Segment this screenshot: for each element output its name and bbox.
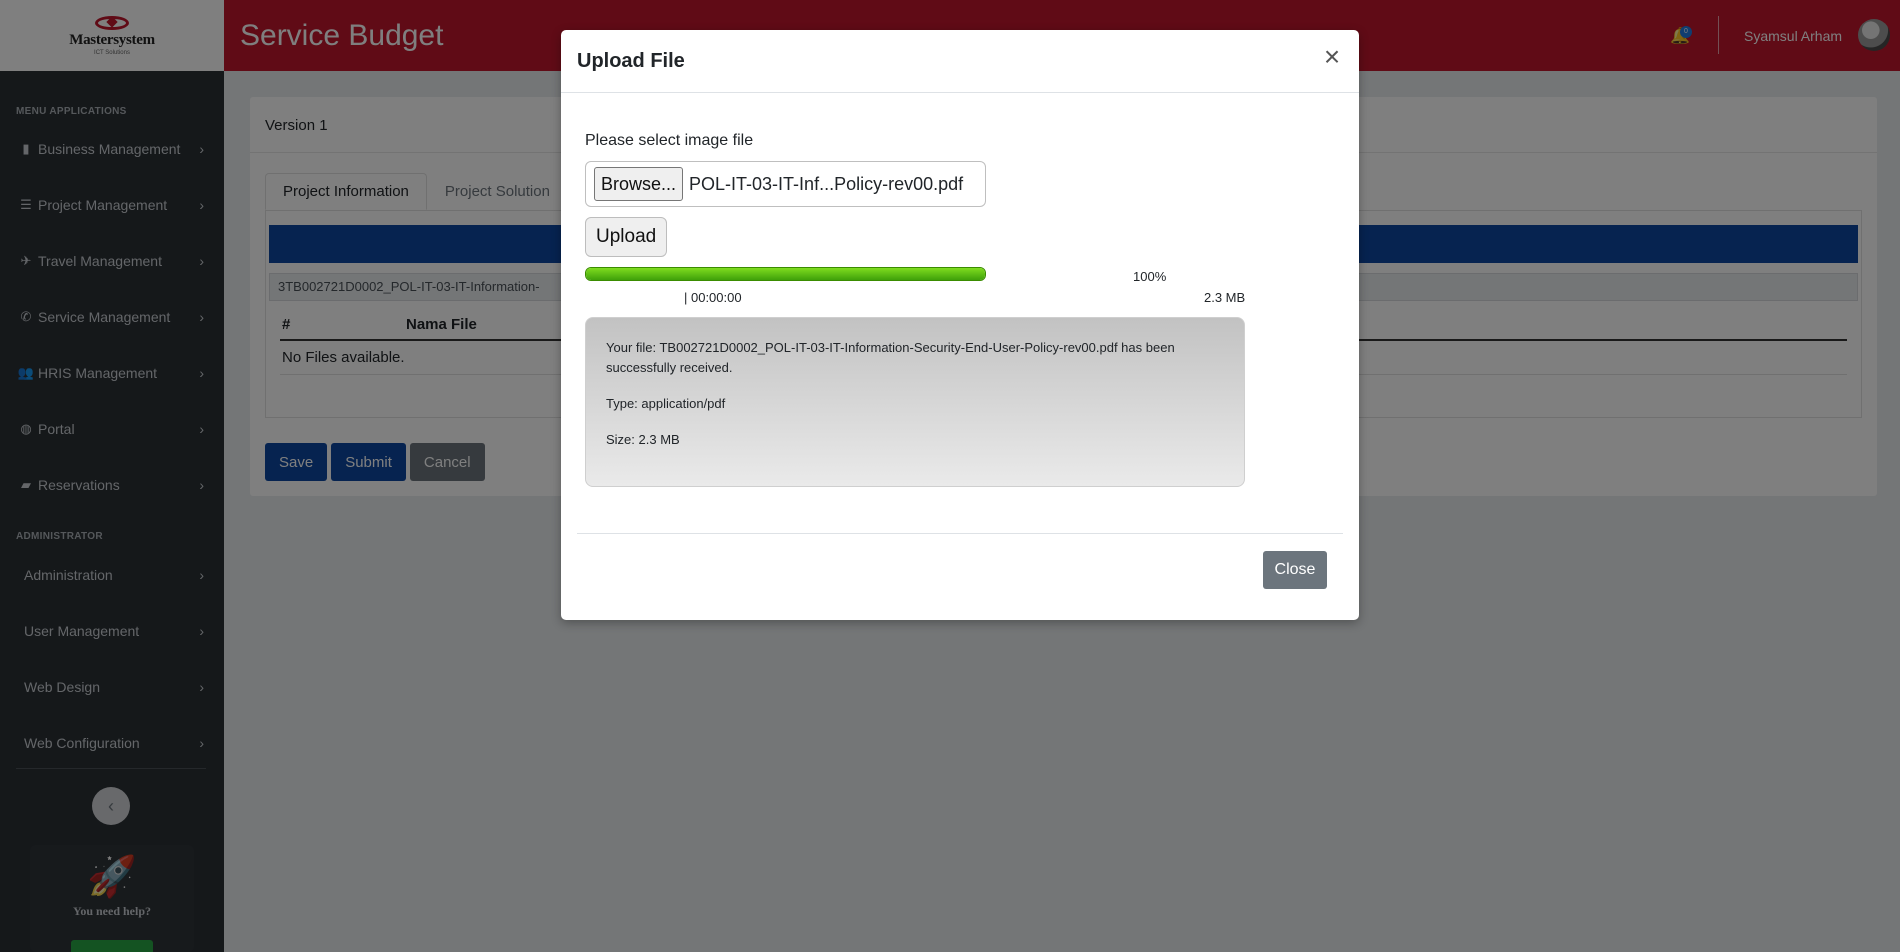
close-button[interactable]: Close	[1263, 551, 1327, 589]
upload-progress-bar	[585, 267, 986, 281]
result-message: Your file: TB002721D0002_POL-IT-03-IT-In…	[606, 340, 1175, 375]
progress-timer: | 00:00:00	[684, 290, 742, 305]
file-select-label: Please select image file	[585, 132, 754, 149]
upload-result-box: Your file: TB002721D0002_POL-IT-03-IT-In…	[585, 317, 1245, 487]
selected-file-name: POL-IT-03-IT-Inf...Policy-rev00.pdf	[689, 173, 964, 194]
upload-progress-fill	[586, 268, 985, 280]
modal-header: Upload File ×	[561, 30, 1359, 93]
result-size: Size: 2.3 MB	[606, 432, 680, 447]
browse-button[interactable]: Browse...	[594, 167, 684, 201]
modal-title: Upload File	[577, 50, 685, 72]
file-input[interactable]: Browse... POL-IT-03-IT-Inf...Policy-rev0…	[585, 161, 986, 207]
result-type: Type: application/pdf	[606, 396, 726, 411]
modal-footer-divider	[577, 533, 1343, 534]
progress-percent: 100%	[1133, 269, 1167, 284]
upload-button[interactable]: Upload	[585, 217, 668, 257]
close-icon[interactable]: ×	[1319, 43, 1345, 71]
progress-size: 2.3 MB	[1204, 290, 1246, 305]
upload-file-modal: Upload File × Please select image file B…	[561, 30, 1359, 620]
